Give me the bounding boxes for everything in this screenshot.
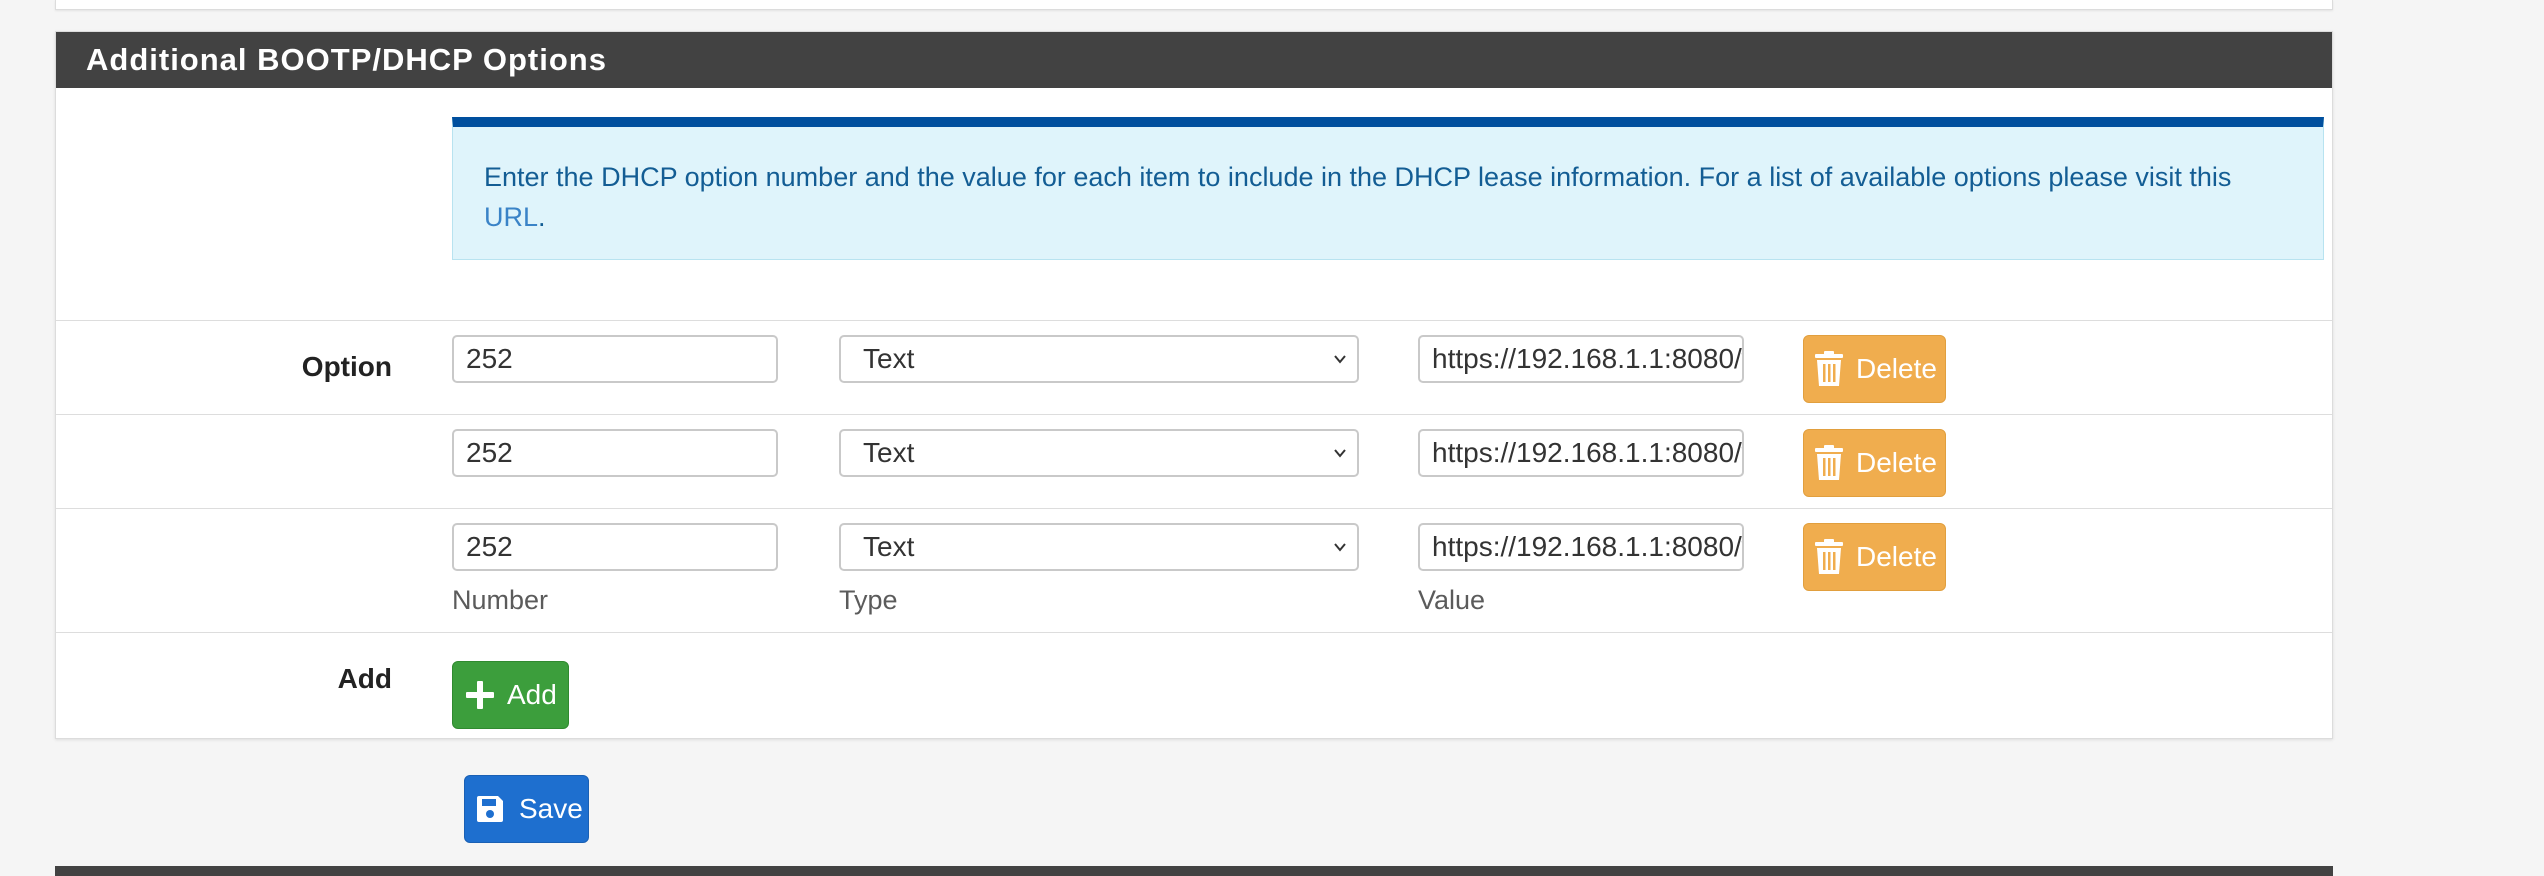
page: Additional BOOTP/DHCP Options Enter the … [0,0,2544,876]
option-number-input[interactable]: 252 [452,429,778,477]
delete-option-button[interactable]: Delete [1803,523,1946,591]
add-button-label: Add [507,679,557,710]
option-value-input[interactable]: https://192.168.1.1:8080/wpad.dat [1418,429,1744,477]
option-row: Option 252 Text https://192.168.1.1:8080… [56,320,2332,414]
option-type-select[interactable]: Text [839,523,1359,571]
floppy-disk-icon [477,796,503,822]
info-callout: Enter the DHCP option number and the val… [452,117,2324,260]
next-panel-heading-edge [55,866,2333,876]
option-value-input[interactable]: https://192.168.1.1:8080/wpad.dat [1418,523,1744,571]
info-row: Enter the DHCP option number and the val… [56,88,2332,320]
number-help-text: Number [452,585,549,615]
plus-icon [466,681,494,709]
option-value-input[interactable]: https://192.168.1.1:8080/wpad.dat [1418,335,1744,383]
bootp-dhcp-options-panel: Additional BOOTP/DHCP Options Enter the … [55,31,2333,739]
type-help-text: Type [839,585,898,615]
add-label: Add [337,663,392,694]
add-row: Add Add [56,632,2332,738]
add-option-button[interactable]: Add [452,661,569,729]
save-button[interactable]: Save [464,775,589,843]
option-type-value: Text [863,531,915,562]
option-number-input[interactable]: 252 [452,523,778,571]
option-type-value: Text [863,437,915,468]
option-type-select[interactable]: Text [839,429,1359,477]
trash-icon [1815,445,1843,480]
value-help-text: Value [1418,585,1486,615]
info-suffix: . [538,202,546,232]
previous-panel-edge [55,0,2333,10]
option-type-select[interactable]: Text [839,335,1359,383]
delete-label: Delete [1856,447,1937,478]
save-button-label: Save [519,793,583,824]
chevron-down-icon [1334,543,1346,552]
delete-option-button[interactable]: Delete [1803,429,1946,497]
trash-icon [1815,351,1843,386]
delete-option-button[interactable]: Delete [1803,335,1946,403]
panel-title: Additional BOOTP/DHCP Options [56,32,2332,88]
option-type-value: Text [863,343,915,374]
option-number-input[interactable]: 252 [452,335,778,383]
chevron-down-icon [1334,355,1346,364]
trash-icon [1815,539,1843,574]
option-row: 252 Text https://192.168.1.1:8080/wpad.d… [56,414,2332,508]
info-text: Enter the DHCP option number and the val… [484,162,2232,192]
dhcp-options-url-link[interactable]: URL [484,202,538,232]
delete-label: Delete [1856,353,1937,384]
option-row: 252 Text https://192.168.1.1:8080/wpad.d… [56,508,2332,632]
delete-label: Delete [1856,541,1937,572]
option-label: Option [301,351,392,382]
chevron-down-icon [1334,449,1346,458]
